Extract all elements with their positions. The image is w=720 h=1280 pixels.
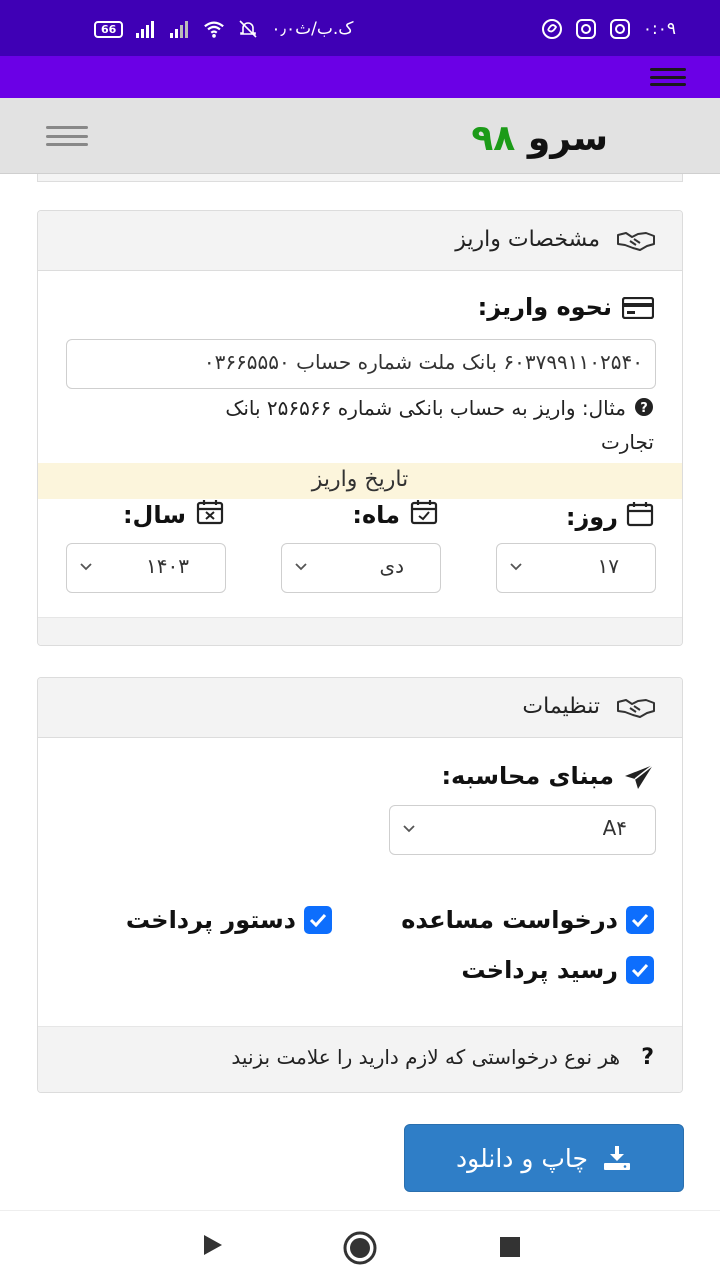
payment-receipt-checkbox[interactable]: رسید پرداخت [461, 956, 654, 984]
print-download-label: چاپ و دانلود [456, 1143, 588, 1173]
network-speed: ۰٫۰ک.ب/ث [271, 19, 354, 39]
chevron-down-icon [510, 563, 522, 571]
month-label: ماه: [352, 501, 400, 529]
day-value: ۱۷ [597, 554, 619, 578]
calendar-x-icon [196, 500, 224, 525]
settings-card-header: تنظیمات [38, 678, 682, 738]
settings-footer-hint: هر نوع درخواستی که لازم دارید را علامت ب… [231, 1045, 620, 1069]
status-right-group: ۰:۰۹ [541, 18, 676, 40]
assistance-request-label: درخواست مساعده [401, 906, 618, 934]
question-circle-icon: ? [635, 398, 653, 416]
site-logo[interactable]: سرو ۹۸ [471, 118, 608, 159]
signal-icon-secondary [170, 21, 189, 38]
bell-muted-icon [239, 20, 257, 38]
site-header [0, 98, 720, 174]
logo-text: سرو [527, 118, 608, 159]
month-select[interactable]: دی [281, 543, 441, 593]
logo-number: ۹۸ [471, 118, 516, 159]
payment-order-label: دستور پرداخت [125, 906, 296, 934]
calculation-basis-select[interactable]: A۴ [389, 805, 656, 855]
assistance-request-checkbox[interactable]: درخواست مساعده [401, 906, 654, 934]
svg-text:?: ? [640, 401, 648, 416]
deposit-method-value: ۶۰۳۷۹۹۱۱۰۲۵۴۰ بانک ملت شماره حساب ۰۳۶۶۵۵… [203, 350, 643, 374]
recents-square-icon[interactable] [499, 1236, 521, 1258]
payment-order-checkbox[interactable]: دستور پرداخت [126, 906, 332, 934]
handshake-icon [617, 699, 655, 718]
day-label: روز: [565, 503, 618, 531]
home-circle-icon[interactable] [343, 1231, 377, 1265]
deposit-card-header: مشخصات واریز [38, 211, 682, 271]
status-left-group: 66 ۰٫۰ک.ب/ث [94, 18, 353, 40]
print-download-button[interactable]: چاپ و دانلود [404, 1124, 684, 1192]
settings-card-footer: ? هر نوع درخواستی که لازم دارید را علامت… [38, 1026, 682, 1092]
day-select[interactable]: ۱۷ [496, 543, 656, 593]
chevron-down-icon [295, 563, 307, 571]
deposit-date-heading: تاریخ واریز [38, 463, 682, 499]
checkbox-checked-icon[interactable] [626, 906, 654, 934]
payment-receipt-label: رسید پرداخت [461, 956, 618, 984]
calculation-basis-label: مبنای محاسبه: [441, 762, 614, 790]
calculation-basis-value: A۴ [602, 816, 627, 840]
deposit-details-card: مشخصات واریز نحوه واریز: ۶۰۳۷۹۹۱۱۰۲۵۴۰ ب… [37, 210, 683, 646]
site-menu-icon[interactable] [46, 126, 88, 146]
year-label: سال: [122, 501, 186, 529]
checkbox-checked-icon[interactable] [626, 956, 654, 984]
year-value: ۱۴۰۳ [146, 554, 189, 578]
signal-icon [136, 21, 155, 38]
paper-plane-icon [625, 764, 654, 789]
checkbox-checked-icon[interactable] [304, 906, 332, 934]
clock: ۰:۰۹ [642, 19, 676, 39]
instagram-icon [575, 19, 596, 39]
status-bar: 66 ۰٫۰ک.ب/ث ۰:۰۹ [0, 0, 720, 56]
chevron-down-icon [403, 825, 415, 833]
deposit-card-footer [38, 617, 682, 645]
app-notification-icon [541, 19, 562, 39]
deposit-method-label: نحوه واریز: [477, 293, 612, 321]
chevron-down-icon [80, 563, 92, 571]
deposit-method-input[interactable]: ۶۰۳۷۹۹۱۱۰۲۵۴۰ بانک ملت شماره حساب ۰۳۶۶۵۵… [66, 339, 656, 389]
battery-indicator: 66 [94, 20, 124, 38]
handshake-icon [617, 232, 655, 251]
deposit-card-title: مشخصات واریز [455, 227, 600, 252]
settings-card-title: تنظیمات [522, 694, 600, 719]
deposit-example-line1: مثال: واریز به حساب بانکی شماره ۲۵۶۵۶۶ ب… [225, 396, 626, 420]
settings-card: تنظیمات مبنای محاسبه: A۴ درخواست مساعده … [37, 677, 683, 1093]
app-bar [0, 56, 720, 98]
calendar-check-icon [410, 500, 438, 525]
question-mark-icon: ? [641, 1045, 654, 1070]
back-triangle-icon[interactable] [202, 1233, 224, 1257]
previous-card-edge [37, 174, 683, 182]
month-value: دی [379, 554, 404, 578]
calendar-icon [626, 502, 654, 527]
year-select[interactable]: ۱۴۰۳ [66, 543, 226, 593]
deposit-example-line2: تجارت [600, 430, 654, 454]
wifi-icon [204, 21, 225, 38]
system-navigation-bar [0, 1210, 720, 1280]
hamburger-menu-icon[interactable] [650, 68, 686, 86]
credit-card-icon [622, 297, 654, 319]
download-icon [603, 1146, 630, 1170]
instagram-icon-secondary [609, 19, 630, 39]
